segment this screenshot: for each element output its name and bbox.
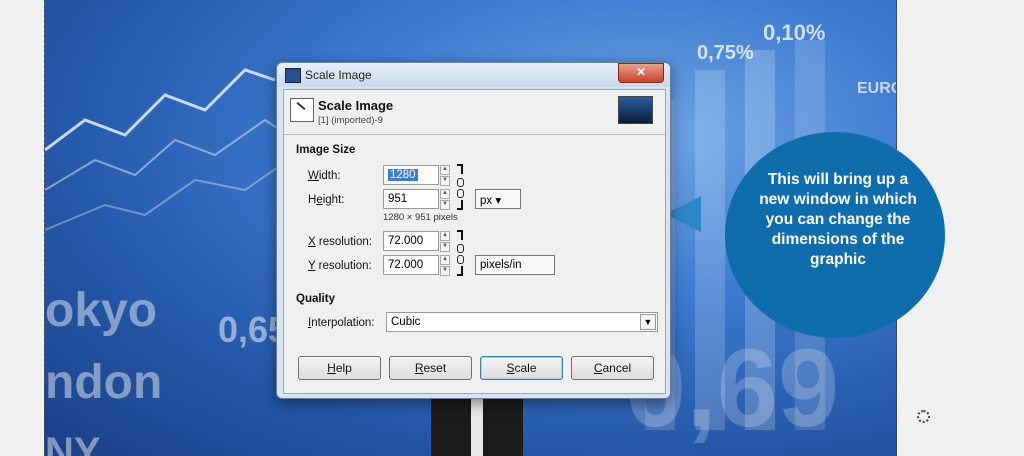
res-bracket-bottom — [457, 266, 463, 276]
xres-label: X resolution: — [308, 236, 372, 248]
bg-text-okyo: okyo — [45, 284, 158, 337]
cancel-button[interactable]: Cancel — [571, 356, 654, 380]
size-bracket-top — [457, 164, 463, 174]
bg-text-ndon: ndon — [45, 356, 163, 409]
dropdown-arrow-icon[interactable]: ▼ — [640, 314, 656, 330]
width-label: Width: — [308, 170, 341, 182]
bg-text-010: 0,10% — [763, 20, 826, 45]
image-thumbnail — [618, 96, 653, 124]
window-title: Scale Image — [305, 68, 372, 82]
bg-text-euro: EURO — [857, 80, 896, 97]
xres-input[interactable]: 72.000 — [383, 231, 439, 251]
width-input[interactable]: 1280 — [383, 165, 439, 185]
selection-circle-icon — [917, 410, 930, 423]
res-unit-select[interactable]: pixels/in — [475, 255, 555, 275]
dialog-titlebar[interactable]: Scale Image ✕ — [277, 63, 670, 87]
header-divider — [284, 134, 665, 135]
height-input[interactable]: 951 — [383, 189, 439, 209]
interpolation-label: Interpolation: — [308, 317, 375, 329]
person-figure — [431, 393, 523, 456]
image-size-heading: Image Size — [296, 144, 356, 156]
scale-image-dialog: Scale Image ✕ Scale Image [1] (imported)… — [276, 62, 671, 399]
callout-text: This will bring up a new window in which… — [759, 171, 917, 268]
res-bracket-top — [457, 230, 463, 240]
bg-text-ny: NY — [45, 430, 101, 456]
height-spin-arrows-icon[interactable]: ▲ ▼ — [440, 189, 450, 210]
pixel-summary: 1280 × 951 pixels — [383, 212, 458, 223]
height-label: Height: — [308, 194, 345, 206]
interpolation-select[interactable]: Cubic ▼ — [386, 312, 658, 332]
width-spin-arrows-icon[interactable]: ▲ ▼ — [440, 165, 450, 186]
yres-input[interactable]: 72.000 — [383, 255, 439, 275]
yres-label: Y resolution: — [308, 260, 372, 272]
scale-button[interactable]: Scale — [480, 356, 563, 380]
size-unit-select[interactable]: px ▾ — [475, 189, 521, 209]
reset-button[interactable]: Reset — [389, 356, 472, 380]
yres-spin-arrows-icon[interactable]: ▲ ▼ — [440, 255, 450, 276]
quality-heading: Quality — [296, 293, 335, 305]
bg-text-075: 0,75% — [697, 42, 754, 64]
header-subtitle: [1] (imported)-9 — [318, 115, 383, 126]
dialog-client: Scale Image [1] (imported)-9 Image Size … — [283, 89, 666, 394]
close-button[interactable]: ✕ — [618, 63, 664, 83]
dropdown-arrow-icon: ▾ — [495, 195, 502, 207]
dialog-header: Scale Image [1] (imported)-9 — [284, 90, 665, 132]
gimp-window-icon — [285, 68, 301, 83]
help-button[interactable]: Help — [298, 356, 381, 380]
header-title: Scale Image — [318, 98, 394, 113]
size-bracket-bottom — [457, 200, 463, 210]
xres-spin-arrows-icon[interactable]: ▲ ▼ — [440, 231, 450, 252]
scale-image-icon — [290, 98, 314, 122]
